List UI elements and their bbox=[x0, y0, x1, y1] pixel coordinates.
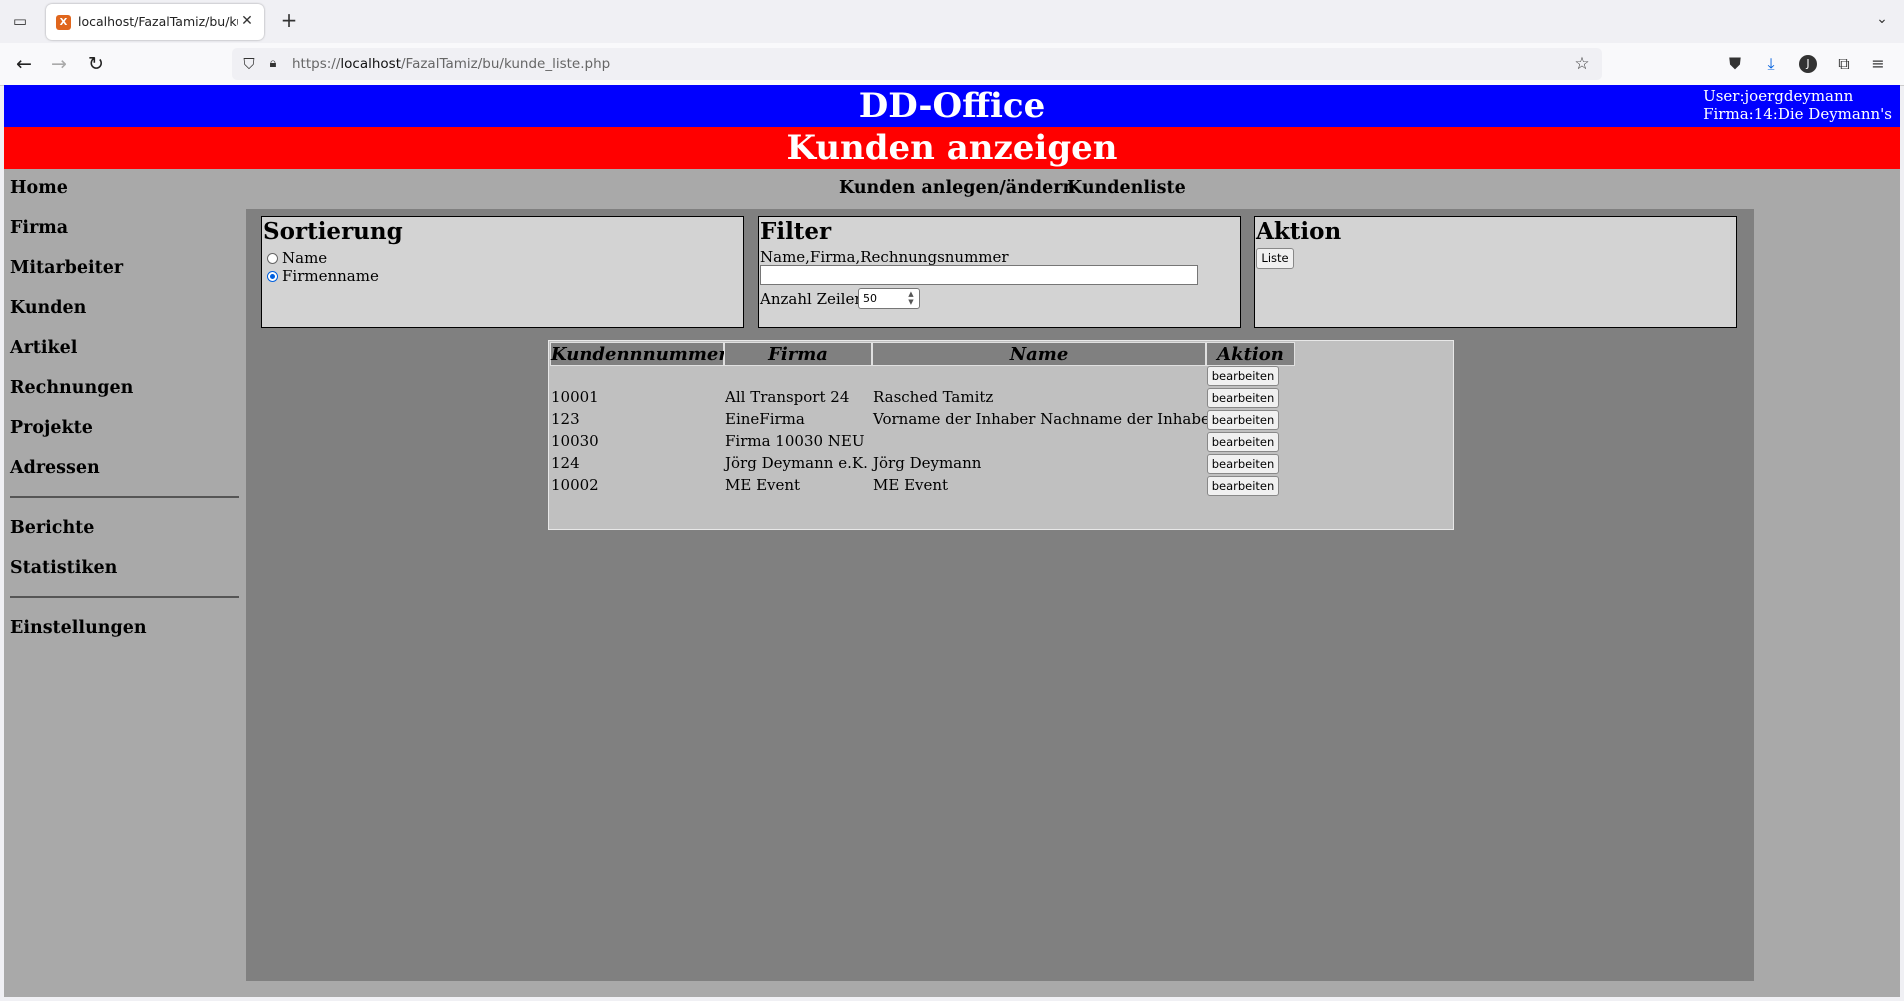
app-title: DD-Office bbox=[858, 86, 1046, 126]
sort-option-name[interactable]: Name bbox=[267, 249, 327, 267]
cell-name: ME Event bbox=[873, 476, 949, 494]
search-label: Name,Firma,Rechnungsnummer bbox=[760, 248, 1009, 266]
edit-button[interactable]: bearbeiten bbox=[1207, 454, 1279, 474]
browser-nav-bar: ← → ↻ ⛉ 🔒︎ https://localhost/FazalTamiz/… bbox=[0, 43, 1904, 86]
stepper-arrows-icon[interactable]: ▲ ▼ bbox=[906, 290, 916, 307]
cell-name: Rasched Tamitz bbox=[873, 388, 994, 406]
search-input[interactable] bbox=[760, 265, 1198, 285]
sidebar-item-mitarbeiter[interactable]: Mitarbeiter bbox=[10, 258, 123, 278]
column-header-kundennummer: Kundennnummer bbox=[550, 342, 728, 366]
pocket-icon[interactable]: ⛊ bbox=[1724, 53, 1746, 75]
cell-firma: Firma 10030 NEU bbox=[725, 432, 865, 450]
rows-stepper[interactable]: 50 ▲ ▼ bbox=[858, 288, 920, 309]
page-title-bar: Kunden anzeigen bbox=[4, 127, 1900, 169]
back-icon[interactable]: ← bbox=[12, 52, 36, 76]
extensions-icon[interactable]: ⧉ bbox=[1833, 53, 1855, 75]
edit-button[interactable]: bearbeiten bbox=[1207, 410, 1279, 430]
lock-icon[interactable]: 🔒︎ bbox=[264, 55, 282, 73]
customer-table: Kundennnummer Firma Name Aktion bearbeit… bbox=[548, 340, 1454, 530]
sidebar-item-artikel[interactable]: Artikel bbox=[10, 338, 77, 358]
menu-icon[interactable]: ≡ bbox=[1867, 53, 1889, 75]
column-header-name: Name bbox=[872, 342, 1206, 366]
page-title: Kunden anzeigen bbox=[786, 128, 1118, 168]
cell-kundennummer: 10002 bbox=[551, 476, 599, 494]
sort-panel-title: Sortierung bbox=[263, 218, 403, 245]
action-panel-title: Aktion bbox=[1256, 218, 1342, 245]
edit-button[interactable]: bearbeiten bbox=[1207, 476, 1279, 496]
filter-panel: Filter Name,Firma,Rechnungsnummer Anzahl… bbox=[758, 216, 1241, 328]
sidebar-item-statistiken[interactable]: Statistiken bbox=[10, 558, 117, 578]
edit-button[interactable]: bearbeiten bbox=[1207, 432, 1279, 452]
sort-option-label: Firmenname bbox=[282, 267, 379, 285]
app-header: DD-Office User:joergdeymann Firma:14:Die… bbox=[4, 85, 1900, 127]
cell-firma: EineFirma bbox=[725, 410, 805, 428]
sort-panel: Sortierung Name Firmenname bbox=[261, 216, 744, 328]
cell-firma: ME Event bbox=[725, 476, 801, 494]
sidebar-item-projekte[interactable]: Projekte bbox=[10, 418, 93, 438]
browser-tab[interactable]: X localhost/FazalTamiz/bu/kunde_liste.ph… bbox=[46, 4, 264, 40]
account-avatar-icon[interactable]: J bbox=[1799, 55, 1817, 73]
action-panel: Aktion Liste bbox=[1254, 216, 1737, 328]
sort-option-firmenname[interactable]: Firmenname bbox=[267, 267, 379, 285]
sidebar-divider bbox=[10, 496, 239, 498]
edit-button[interactable]: bearbeiten bbox=[1207, 366, 1279, 386]
tab-title: localhost/FazalTamiz/bu/kunde_liste.php bbox=[78, 14, 238, 29]
sort-option-label: Name bbox=[282, 249, 328, 267]
tab-list-icon[interactable]: ▭ bbox=[9, 11, 31, 31]
sidebar-item-home[interactable]: Home bbox=[10, 178, 68, 198]
shield-icon[interactable]: ⛉ bbox=[240, 55, 258, 73]
chevron-down-icon[interactable]: ⌄ bbox=[1872, 11, 1892, 31]
cell-name: Vorname der Inhaber Nachname der Inhaber bbox=[873, 410, 1218, 428]
column-header-firma: Firma bbox=[724, 342, 872, 366]
bookmark-star-icon[interactable]: ☆ bbox=[1572, 54, 1592, 74]
company-name: Firma:14:Die Deymann's bbox=[1703, 105, 1892, 123]
cell-kundennummer: 10030 bbox=[551, 432, 599, 450]
forward-icon[interactable]: → bbox=[47, 52, 71, 76]
edit-button[interactable]: bearbeiten bbox=[1207, 388, 1279, 408]
url-text[interactable]: https://localhost/FazalTamiz/bu/kunde_li… bbox=[292, 56, 610, 72]
rows-label: Anzahl Zeilen: bbox=[760, 290, 870, 308]
browser-tab-bar: ▭ X localhost/FazalTamiz/bu/kunde_liste.… bbox=[0, 0, 1904, 43]
reload-icon[interactable]: ↻ bbox=[84, 52, 108, 76]
favicon-icon: X bbox=[56, 15, 71, 30]
sidebar-item-berichte[interactable]: Berichte bbox=[10, 518, 94, 538]
radio-name[interactable] bbox=[267, 253, 278, 264]
user-info: User:joergdeymann Firma:14:Die Deymann's bbox=[1703, 87, 1892, 123]
cell-firma: Jörg Deymann e.K. bbox=[725, 454, 868, 472]
column-header-aktion: Aktion bbox=[1206, 342, 1295, 366]
link-kundenliste[interactable]: Kundenliste bbox=[1067, 178, 1186, 198]
web-page: DD-Office User:joergdeymann Firma:14:Die… bbox=[4, 85, 1900, 997]
filter-panel-title: Filter bbox=[760, 218, 832, 245]
cell-kundennummer: 123 bbox=[551, 410, 580, 428]
cell-firma: All Transport 24 bbox=[725, 388, 850, 406]
sidebar-item-firma[interactable]: Firma bbox=[10, 218, 68, 238]
sidebar: Home Firma Mitarbeiter Kunden Artikel Re… bbox=[4, 169, 244, 997]
main-content: Sortierung Name Firmenname Filter Name,F… bbox=[246, 209, 1754, 981]
url-bar[interactable]: ⛉ 🔒︎ https://localhost/FazalTamiz/bu/kun… bbox=[232, 48, 1602, 80]
cell-kundennummer: 10001 bbox=[551, 388, 599, 406]
new-tab-icon[interactable]: + bbox=[278, 9, 300, 31]
sidebar-divider bbox=[10, 596, 239, 598]
radio-firmenname[interactable] bbox=[267, 271, 278, 282]
sidebar-item-rechnungen[interactable]: Rechnungen bbox=[10, 378, 133, 398]
list-button[interactable]: Liste bbox=[1256, 248, 1294, 269]
sidebar-item-kunden[interactable]: Kunden bbox=[10, 298, 86, 318]
user-name: User:joergdeymann bbox=[1703, 87, 1854, 105]
sidebar-item-einstellungen[interactable]: Einstellungen bbox=[10, 618, 147, 638]
download-icon[interactable]: ⤓ bbox=[1760, 53, 1782, 75]
cell-kundennummer: 124 bbox=[551, 454, 580, 472]
cell-name: Jörg Deymann bbox=[873, 454, 982, 472]
close-icon[interactable]: ✕ bbox=[238, 12, 256, 30]
sidebar-item-adressen[interactable]: Adressen bbox=[10, 458, 100, 478]
rows-value: 50 bbox=[863, 292, 877, 305]
link-kunden-anlegen[interactable]: Kunden anlegen/ändern bbox=[839, 178, 1075, 198]
